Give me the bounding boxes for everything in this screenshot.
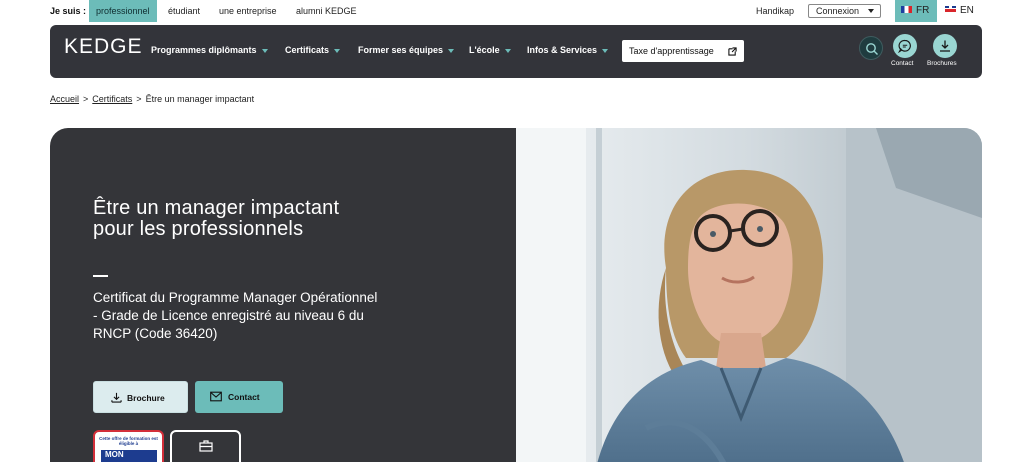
contact-hero-label: Contact xyxy=(228,392,260,402)
chevron-down-icon xyxy=(448,48,455,53)
lang-en-label: EN xyxy=(960,5,974,16)
title-divider xyxy=(93,275,108,277)
briefcase-icon xyxy=(199,440,213,452)
nav-ecole[interactable]: L'école xyxy=(469,45,511,55)
external-link-icon xyxy=(728,47,737,56)
mail-icon xyxy=(210,391,222,402)
taxe-apprentissage-button[interactable]: Taxe d'apprentissage xyxy=(622,40,744,62)
hero: Être un manager impactant pour les profe… xyxy=(50,128,982,462)
hero-panel: Être un manager impactant pour les profe… xyxy=(50,128,516,462)
breadcrumb: Accueil > Certificats > Être un manager impa… xyxy=(50,94,254,104)
handikap-link[interactable]: Handikap xyxy=(756,6,794,16)
chevron-down-icon xyxy=(504,48,511,53)
connexion-label: Connexion xyxy=(816,6,860,16)
nav-former-label: Former ses équipes xyxy=(358,45,444,55)
audience-bar: Je suis : professionnel étudiant une ent… xyxy=(0,0,1024,22)
nav-programmes[interactable]: Programmes diplômants xyxy=(151,45,268,55)
uk-flag-icon xyxy=(945,5,956,13)
lang-en[interactable]: EN xyxy=(939,0,982,22)
search-button[interactable] xyxy=(859,36,883,60)
badge-text: Cette offre de formation est éligible à xyxy=(99,436,158,446)
nav-certificats-label: Certificats xyxy=(285,45,330,55)
brochure-button[interactable]: Brochure xyxy=(93,381,188,413)
france-flag-icon xyxy=(901,5,912,13)
mon-compte-formation-badge: Cette offre de formation est éligible à … xyxy=(93,430,164,462)
breadcrumb-certificats[interactable]: Certificats xyxy=(92,94,132,104)
kedge-logo[interactable]: KEDGE EXECUTIVE EDUCATION xyxy=(64,35,171,210)
breadcrumb-separator: > xyxy=(83,94,89,104)
contact-button[interactable] xyxy=(893,34,917,58)
breadcrumb-home[interactable]: Accueil xyxy=(50,94,79,104)
chevron-down-icon xyxy=(334,48,341,53)
contact-hero-button[interactable]: Contact xyxy=(195,381,283,413)
lang-fr-label: FR xyxy=(916,5,930,16)
nav-ecole-label: L'école xyxy=(469,45,500,55)
audience-alumni[interactable]: alumni KEDGE xyxy=(289,0,364,22)
search-icon xyxy=(866,43,878,55)
page-title: Être un manager impactant pour les profe… xyxy=(93,197,340,240)
contact-label: Contact xyxy=(891,60,914,67)
brochures-button[interactable] xyxy=(933,34,957,58)
download-icon xyxy=(940,40,950,52)
brochure-button-label: Brochure xyxy=(127,393,165,403)
audience-label: Je suis : xyxy=(50,6,87,16)
breadcrumb-current: Être un manager impactant xyxy=(145,94,255,104)
logo-word: KEDGE xyxy=(64,35,143,58)
audience-etudiant[interactable]: étudiant xyxy=(161,0,207,22)
audience-professionnel[interactable]: professionnel xyxy=(89,0,157,22)
nav-former[interactable]: Former ses équipes xyxy=(358,45,455,55)
caret-down-icon xyxy=(868,9,874,13)
audience-entreprise[interactable]: une entreprise xyxy=(212,0,284,22)
main-nav: KEDGE EXECUTIVE EDUCATION Programmes dip… xyxy=(50,25,982,210)
briefcase-badge xyxy=(170,430,241,462)
nav-infos-label: Infos & Services xyxy=(527,45,598,55)
woman-with-glasses-photo xyxy=(516,128,982,462)
chat-icon xyxy=(898,39,911,53)
nav-certificats[interactable]: Certificats xyxy=(285,45,341,55)
nav-infos[interactable]: Infos & Services xyxy=(527,45,609,55)
hero-subtitle: Certificat du Programme Manager Opératio… xyxy=(93,290,378,341)
nav-programmes-label: Programmes diplômants xyxy=(151,45,257,55)
brochures-label: Brochures xyxy=(927,60,957,67)
breadcrumb-separator: > xyxy=(136,94,142,104)
lang-fr[interactable]: FR xyxy=(895,0,938,22)
connexion-select[interactable]: Connexion xyxy=(808,4,881,18)
download-icon xyxy=(111,392,122,403)
chevron-down-icon xyxy=(261,48,268,53)
chevron-down-icon xyxy=(602,48,609,53)
badge-brand: MON xyxy=(101,450,157,462)
hero-photo xyxy=(516,128,982,462)
taxe-label: Taxe d'apprentissage xyxy=(629,46,714,56)
